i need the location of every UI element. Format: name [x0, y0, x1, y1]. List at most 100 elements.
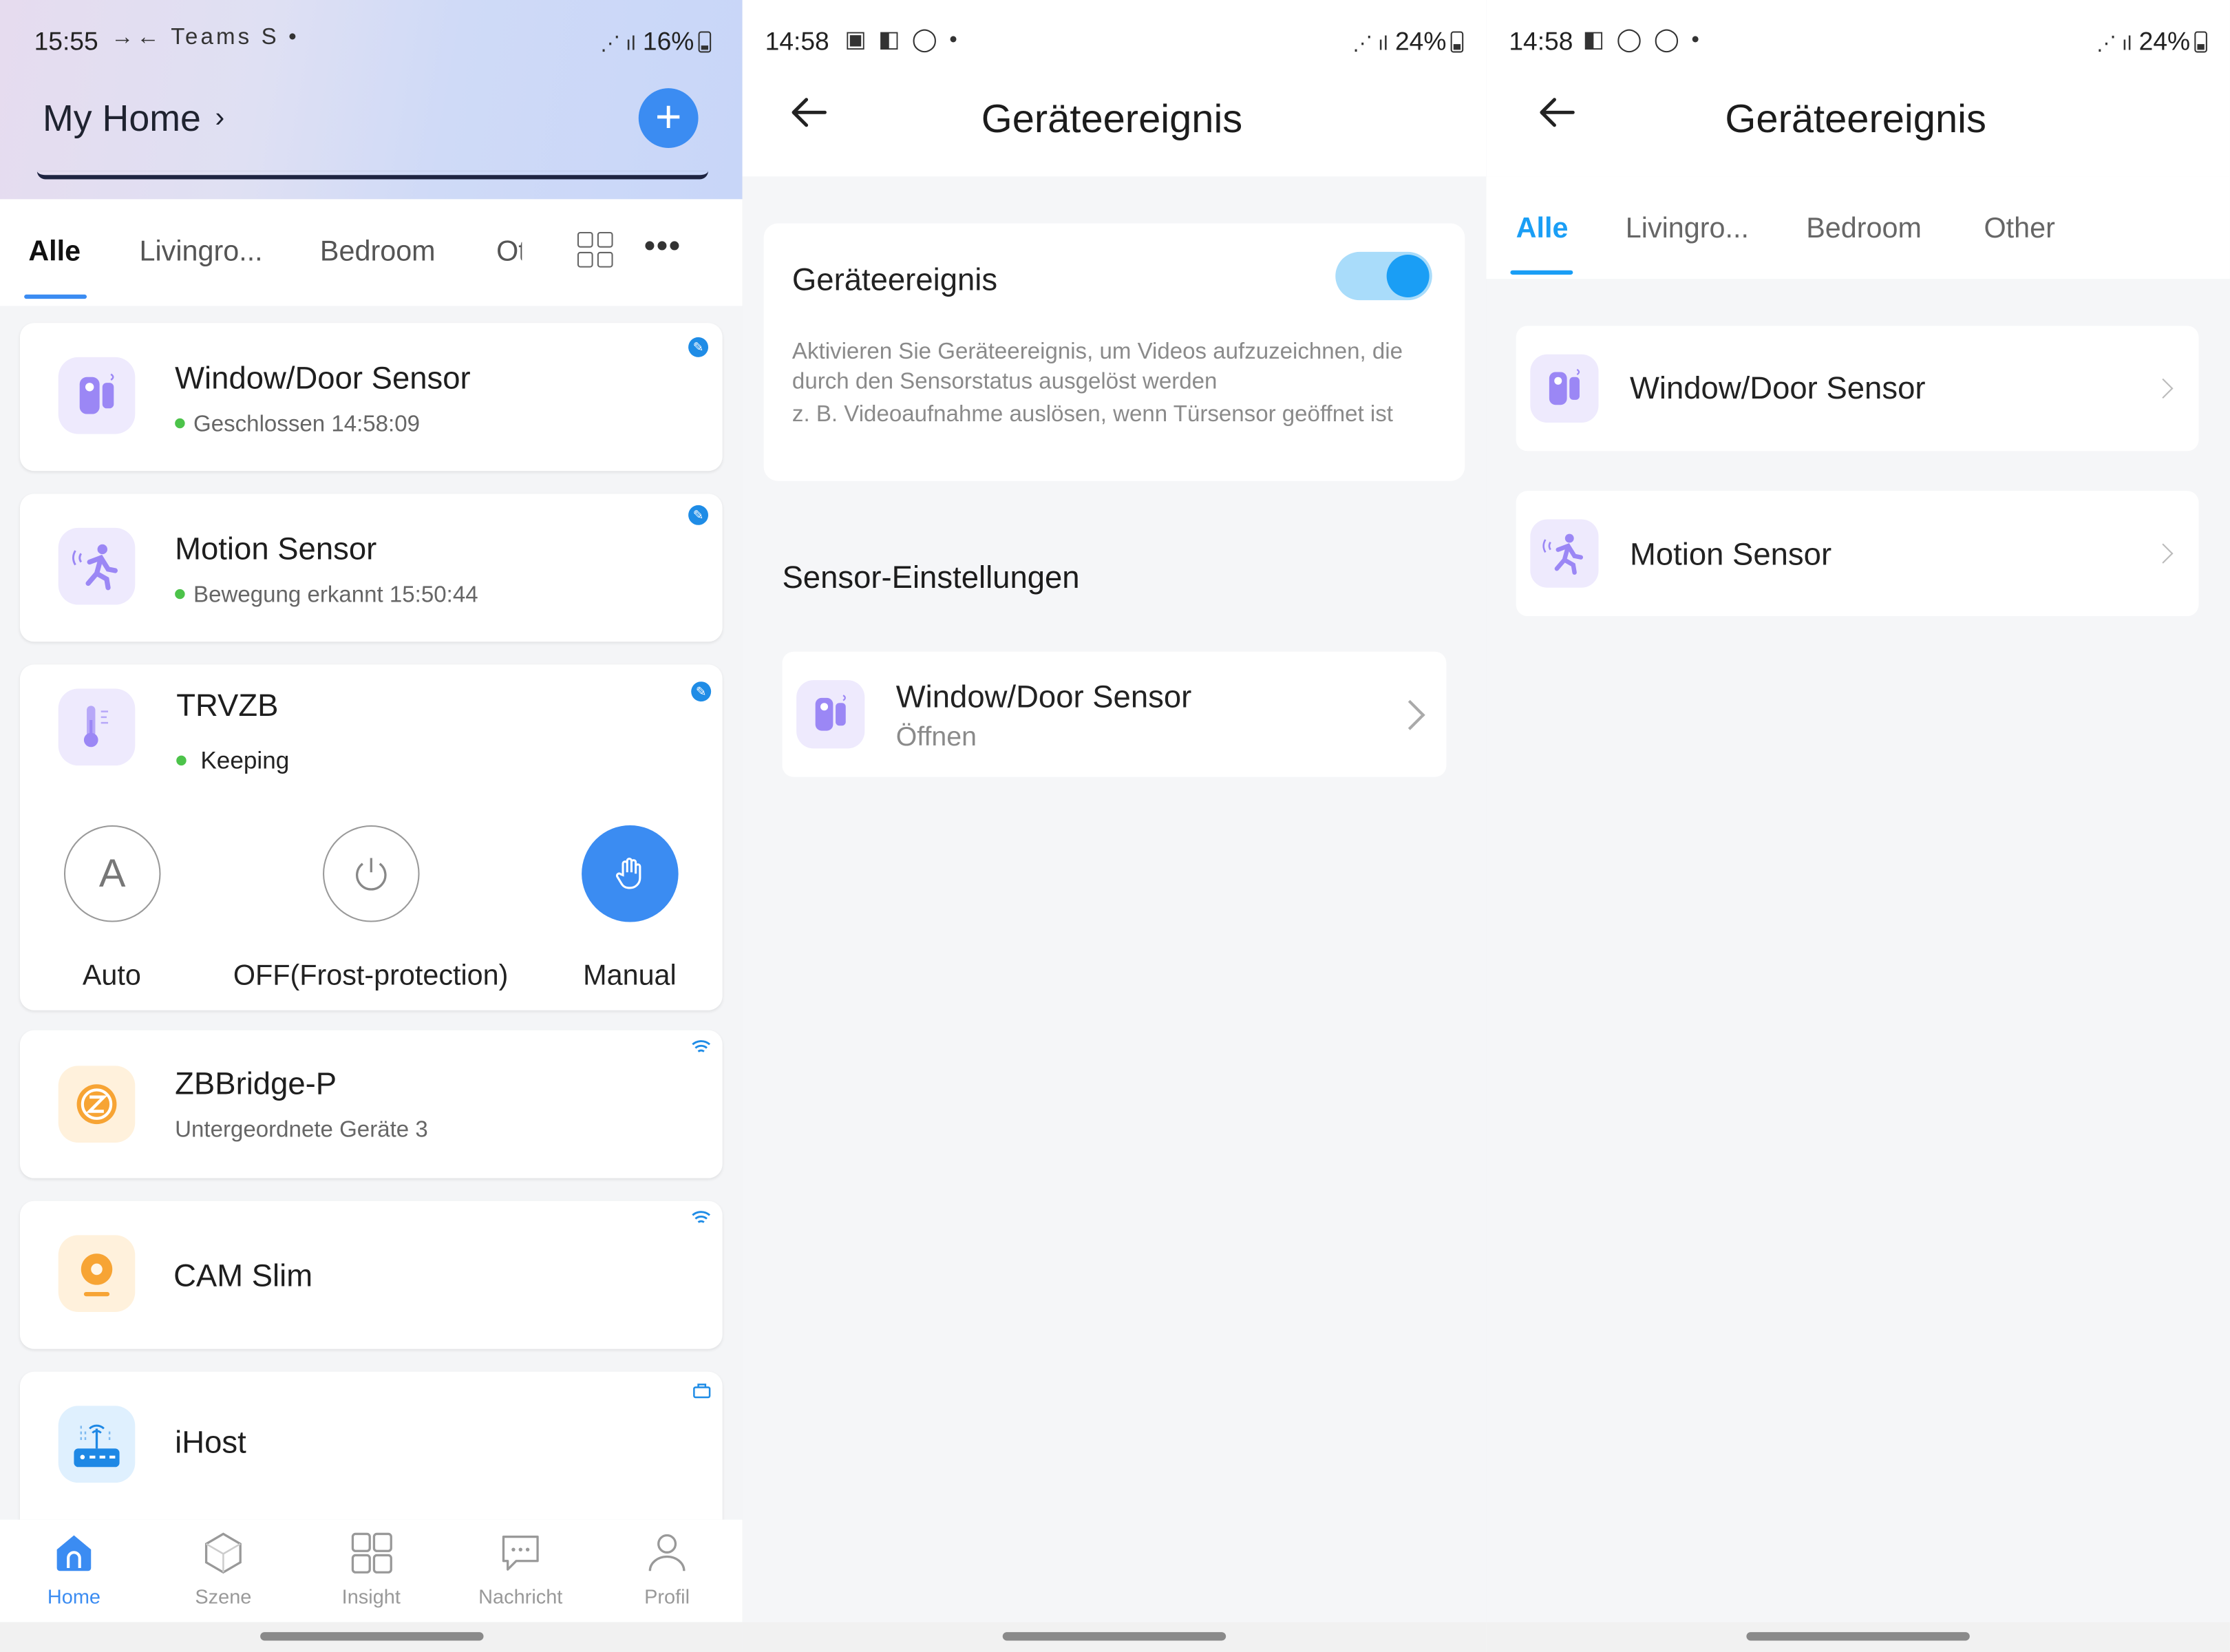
sensor-name: Window/Door Sensor — [895, 679, 1192, 714]
device-name: Window/Door Sensor — [175, 360, 471, 396]
mode-off-button[interactable] — [323, 825, 420, 922]
tab-active-indicator — [24, 294, 87, 299]
grid-view-icon[interactable] — [577, 231, 615, 269]
status-time: 14:58 — [765, 27, 829, 56]
zigbee-bridge-icon — [58, 1066, 136, 1143]
tab-other[interactable]: Other — [1984, 213, 2054, 246]
tab-alle[interactable]: Alle — [1516, 213, 1569, 246]
mode-auto-button[interactable]: A — [63, 825, 161, 922]
hub-icon — [58, 1406, 136, 1483]
camera-icon — [58, 1235, 136, 1312]
device-card-zbbridge[interactable]: ZBBridge-P Untergeordnete Geräte 3 — [19, 1030, 723, 1178]
battery-percent: 24% — [2138, 27, 2191, 56]
online-dot — [175, 418, 185, 429]
tab-livingroom[interactable]: Livingro... — [139, 236, 262, 269]
nav-profile[interactable]: Profil — [593, 1520, 741, 1622]
status-notification-icons: ▣ ◧ ◯ • — [845, 28, 960, 53]
battery-percent: 16% — [642, 27, 694, 56]
wifi-signal-icon: ⋰ ıl — [1352, 31, 1388, 54]
window-door-sensor-icon — [58, 357, 136, 434]
home-title: My Home — [42, 96, 201, 140]
nav-label: Home — [47, 1585, 101, 1608]
room-tabs: Alle Livingro... Bedroom Other — [1486, 176, 2230, 279]
status-right: ⋰ ıl 24% — [2096, 27, 2207, 56]
device-status: Bewegung erkannt 15:50:44 — [175, 584, 478, 609]
status-notification-icons: ◧ ◯ ◯ • — [1582, 28, 1703, 53]
nav-home[interactable]: Home — [0, 1520, 148, 1622]
profile-icon — [648, 1534, 686, 1571]
add-device-button[interactable]: + — [638, 88, 699, 148]
back-arrow-icon[interactable] — [1539, 94, 1576, 131]
device-status-text: Bewegung erkannt 15:50:44 — [193, 583, 478, 608]
device-name: Window/Door Sensor — [1629, 370, 1926, 406]
device-name: Motion Sensor — [1629, 536, 1832, 573]
device-event-select-screen: 14:58 ◧ ◯ ◯ • ⋰ ıl 24% Geräteereignis Al… — [1486, 0, 2230, 1652]
tab-livingroom[interactable]: Livingro... — [1626, 213, 1749, 246]
more-options-icon[interactable]: ••• — [644, 228, 681, 265]
chevron-right-icon — [1394, 699, 1425, 730]
mode-manual-button[interactable] — [582, 825, 679, 922]
home-selector[interactable]: My Home › — [43, 97, 224, 141]
wifi-signal-icon: ⋰ ıl — [2096, 31, 2132, 54]
online-dot — [175, 589, 185, 600]
chevron-right-icon — [2153, 543, 2174, 564]
power-icon — [356, 858, 387, 891]
device-row-motion[interactable]: Motion Sensor — [1516, 491, 2199, 617]
home-indicator[interactable] — [260, 1632, 484, 1641]
nav-message[interactable]: Nachricht — [447, 1520, 595, 1622]
section-title: Sensor-Einstellungen — [782, 559, 1080, 595]
nav-scene[interactable]: Szene — [149, 1520, 297, 1622]
device-row-window-door[interactable]: Window/Door Sensor — [1516, 326, 2199, 452]
mode-off-label: OFF(Frost-protection) — [233, 960, 509, 992]
status-right: ⋰ ıl 16% — [600, 27, 712, 56]
gesture-bar — [742, 1622, 1487, 1652]
status-bar: 14:58 ◧ ◯ ◯ • ⋰ ıl 24% — [1486, 0, 2230, 85]
nav-insight[interactable]: Insight — [297, 1520, 445, 1622]
device-card-ihost[interactable]: iHost — [19, 1371, 723, 1520]
page-title: Geräteereignis — [1725, 96, 1986, 141]
device-card-cam[interactable]: CAM Slim — [19, 1200, 723, 1349]
status-bar: 14:58 ▣ ◧ ◯ • ⋰ ıl 24% — [743, 0, 1487, 85]
sensor-trigger-state: Öffnen — [895, 723, 977, 753]
device-card-motion[interactable]: ✎ Motion Sensor Bewegung erkannt 15:50:4… — [19, 494, 723, 642]
zigbee-badge-icon: ✎ — [688, 337, 709, 357]
event-toggle-label: Geräteereignis — [792, 262, 998, 298]
window-door-sensor-icon — [1530, 354, 1599, 423]
chevron-right-icon: › — [215, 102, 225, 134]
device-card-window-door[interactable]: ✎ Window/Door Sensor Geschlossen 14:58:0… — [19, 323, 723, 472]
device-name: ZBBridge-P — [175, 1066, 337, 1102]
device-event-screen: 14:58 ▣ ◧ ◯ • ⋰ ıl 24% Geräteereignis Ge… — [742, 0, 1487, 1652]
wifi-badge-icon — [691, 1209, 711, 1229]
online-dot — [176, 755, 187, 766]
home-indicator[interactable] — [1746, 1632, 1970, 1641]
hand-icon — [615, 858, 641, 889]
nav-label: Nachricht — [478, 1585, 563, 1608]
nav-label: Szene — [195, 1585, 252, 1608]
thermostat-icon — [58, 688, 136, 766]
nav-label: Insight — [341, 1585, 401, 1608]
battery-icon — [1450, 31, 1464, 53]
gesture-bar — [0, 1622, 743, 1652]
device-event-toggle[interactable] — [1335, 251, 1432, 301]
tab-alle[interactable]: Alle — [28, 236, 81, 269]
back-arrow-icon[interactable] — [791, 94, 828, 131]
tab-bedroom[interactable]: Bedroom — [1806, 213, 1922, 246]
scene-cube-icon — [204, 1532, 242, 1574]
wifi-badge-icon — [691, 1039, 711, 1059]
sensor-row-window-door[interactable]: Window/Door Sensor Öffnen — [782, 651, 1447, 777]
device-card-trvzb[interactable]: ✎ TRVZB Keeping A Auto OFF(Frost-protect… — [19, 664, 723, 1010]
nav-label: Profil — [644, 1585, 690, 1608]
battery-percent: 24% — [1394, 27, 1447, 56]
tab-bedroom[interactable]: Bedroom — [320, 236, 436, 269]
event-example: z. B. Videoaufnahme auslösen, wenn Türse… — [792, 403, 1393, 427]
bottom-nav: Home Szene Insight Nachricht Profil — [0, 1519, 743, 1622]
motion-sensor-icon — [58, 527, 136, 605]
device-status-text: Geschlossen 14:58:09 — [193, 412, 421, 437]
status-bar: 15:55 →← Teams S • ⋰ ıl 16% — [0, 0, 743, 85]
home-indicator[interactable] — [1002, 1632, 1226, 1641]
tab-other[interactable]: Ot — [496, 236, 522, 269]
tab-active-indicator — [1510, 270, 1573, 275]
battery-icon — [2194, 31, 2207, 53]
message-icon — [502, 1535, 539, 1571]
gesture-bar — [1486, 1622, 2230, 1652]
